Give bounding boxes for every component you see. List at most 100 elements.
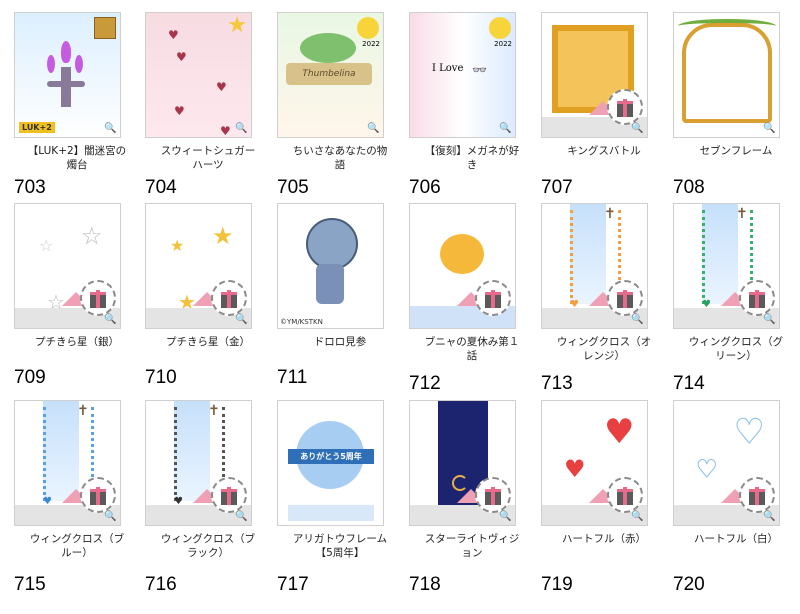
gift-icon[interactable] [739,280,775,316]
item-label: ハートフル（赤） [562,533,646,545]
item-thumbnail[interactable]: Thumbelina 2022 🔍 [277,12,384,138]
item-label: ウィングクロス（グ リーン） [688,336,784,362]
heart-icon: ♥ [564,455,586,483]
item-label: アリガトウフレーム 【5周年】 [292,533,388,559]
item-number: 712 [409,373,441,394]
item-thumbnail[interactable]: 🔍 [409,400,516,526]
gift-icon[interactable] [80,477,116,513]
item-number: 704 [145,177,177,198]
heart-icon: ♥ [176,50,187,64]
cross-icon: ✝ [604,206,616,222]
item-thumbnail[interactable]: LUK+2 🔍 [14,12,121,138]
magnify-plus-icon[interactable]: 🔍 [498,511,513,523]
item-label: ちいさなあなたの物 語 [292,145,388,171]
magnify-plus-icon[interactable]: 🔍 [762,123,777,135]
magnify-plus-icon[interactable]: 🔍 [234,314,249,326]
item-thumbnail[interactable]: ✝ ♥ 🔍 [14,400,121,526]
glasses-icon: 👓 [472,63,487,77]
item-thumbnail[interactable]: ♥ ♥ ♥ ♥ ♥ ★ 🔍 [145,12,252,138]
gift-icon[interactable] [607,89,643,125]
heart-icon: ♥ [696,455,718,483]
item-number: 719 [541,574,573,595]
heart-icon: ♥ [733,412,765,452]
item-thumbnail[interactable]: ★ ★ ★ 🔍 [145,203,252,329]
star-icon: ★ [170,236,185,255]
item-label: 【LUK+2】闇迷宮の 燭台 [27,145,127,171]
magnify-plus-icon[interactable]: 🔍 [103,511,118,523]
item-label: ウィングクロス（ブ ラック） [160,533,256,559]
gift-icon[interactable] [80,280,116,316]
item-thumbnail[interactable]: ✝ ♥ 🔍 [673,203,780,329]
gift-icon[interactable] [475,477,511,513]
gift-icon[interactable] [475,280,511,316]
item-thumbnail[interactable] [409,203,516,329]
magnify-plus-icon[interactable]: 🔍 [630,314,645,326]
magnify-plus-icon[interactable]: 🔍 [103,314,118,326]
item-number: 711 [277,367,308,388]
item-label: キングスバトル [567,145,641,157]
gift-icon[interactable] [607,477,643,513]
item-thumbnail[interactable]: ありがとう5周年 [277,400,384,526]
magnify-plus-icon[interactable]: 🔍 [103,123,118,135]
gift-icon[interactable] [211,280,247,316]
item-thumbnail[interactable]: ♥ ♥ 🔍 [673,400,780,526]
tree-image [300,33,356,63]
item-label: セブンフレーム [699,145,773,157]
cross-icon: ✝ [208,403,220,419]
star-icon: ☆ [39,236,54,255]
item-number: 706 [409,177,441,198]
magnify-plus-icon[interactable]: 🔍 [762,314,777,326]
star-icon: ☆ [81,222,103,250]
character-image [440,234,484,274]
magnify-plus-icon[interactable]: 🔍 [630,511,645,523]
item-number: 703 [14,177,46,198]
i-love-text: I Love [432,63,464,74]
item-thumbnail[interactable]: 🔍 [673,12,780,138]
item-thumbnail[interactable]: ✝ ♥ 🔍 [541,203,648,329]
item-thumbnail[interactable]: ♥ ♥ 🔍 [541,400,648,526]
item-label: スウィートシュガー ハーツ [160,145,256,171]
star-icon: ★ [227,13,247,38]
gift-icon[interactable] [607,280,643,316]
year-label: 2022 [494,40,512,48]
item-label: プチきら星（銀） [35,336,119,348]
item-thumbnail[interactable]: ☆ ☆ ☆ 🔍 [14,203,121,329]
item-number: 720 [673,574,705,595]
item-number: 715 [14,574,46,595]
item-thumbnail[interactable]: ©YM/KSTKN [277,203,384,329]
year-label: 2022 [362,40,380,48]
heart-icon: ♥ [174,104,185,118]
character-image [306,218,358,270]
magnify-plus-icon[interactable]: 🔍 [762,511,777,523]
item-label: 【復刻】メガネが好 き [424,145,520,171]
star-icon: ★ [212,222,234,250]
item-thumbnail[interactable]: 🔍 [541,12,648,138]
item-number: 710 [145,367,177,388]
magnify-plus-icon[interactable]: 🔍 [234,511,249,523]
vine-frame-image [682,23,772,123]
item-number: 714 [673,373,705,394]
copyright-text: ©YM/KSTKN [280,318,323,326]
item-label: ドロロ見参 [313,336,367,348]
gift-icon[interactable] [211,477,247,513]
magnify-plus-icon[interactable]: 🔍 [234,123,249,135]
magnify-plus-icon[interactable]: 🔍 [498,123,513,135]
thankyou-text: ありがとう5周年 [288,449,374,464]
heart-icon: ♥ [604,412,635,452]
candelabra-image [45,41,85,111]
heart-icon: ♥ [216,80,227,94]
character-badge [357,17,379,39]
item-number: 718 [409,574,441,595]
gift-icon[interactable] [739,477,775,513]
item-label: ブニャの夏休み第１ 話 [424,336,520,362]
item-label: ハートフル（白） [694,533,778,545]
item-thumbnail[interactable]: I Love 👓 2022 🔍 [409,12,516,138]
item-thumbnail[interactable]: ✝ ♥ 🔍 [145,400,252,526]
magnify-plus-icon[interactable]: 🔍 [366,123,381,135]
item-number: 717 [277,574,309,595]
item-label: ウィングクロス（ブ ルー） [29,533,125,559]
magnify-plus-icon[interactable]: 🔍 [630,123,645,135]
item-number: 709 [14,367,46,388]
item-number: 705 [277,177,309,198]
item-number: 707 [541,177,573,198]
